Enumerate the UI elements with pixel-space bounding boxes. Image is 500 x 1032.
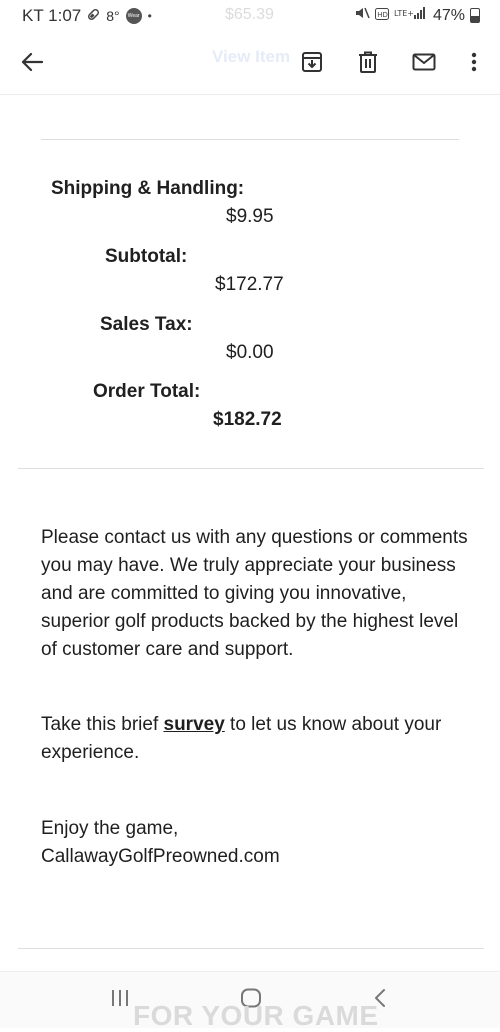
archive-icon[interactable] (296, 46, 328, 78)
pill-icon (87, 8, 100, 24)
mute-icon (354, 6, 370, 25)
shipping-label: Shipping & Handling: (51, 178, 245, 199)
order-total-label: Order Total: (93, 381, 201, 402)
ghost-footer-text: FOR YOUR GAME (133, 1000, 379, 1031)
divider-top (41, 139, 459, 140)
status-bar-left: KT 1:07 8° Wear • (22, 6, 152, 26)
survey-paragraph: Take this brief survey to let us know ab… (41, 711, 471, 767)
ghost-price-text: $65.39 (225, 6, 274, 23)
contact-paragraph: Please contact us with any questions or … (41, 527, 468, 660)
survey-prefix: Take this brief (41, 714, 164, 735)
survey-link[interactable]: survey (164, 714, 225, 735)
subtotal-value: $172.77 (215, 274, 284, 295)
wear-icon: Wear (125, 8, 142, 24)
hd-icon: HD (374, 7, 389, 25)
status-bar-right: HD LTE+ 47% (354, 6, 480, 25)
battery-icon (470, 8, 480, 23)
temperature: 8° (106, 8, 120, 24)
signature-text: CallawayGolfPreowned.com (41, 846, 280, 867)
notification-dot: • (147, 9, 152, 23)
closing-block: Enjoy the game, CallawayGolfPreowned.com (41, 815, 471, 871)
svg-text:HD: HD (377, 11, 388, 19)
recents-icon[interactable] (110, 988, 132, 1013)
closing-text: Enjoy the game, (41, 818, 179, 839)
more-options-icon[interactable] (458, 46, 490, 78)
divider-middle (18, 468, 484, 469)
trash-icon[interactable] (352, 46, 384, 78)
battery-percent: 47% (432, 6, 465, 24)
back-arrow-icon[interactable] (16, 46, 48, 78)
divider-bottom (18, 948, 484, 949)
sales-tax-label: Sales Tax: (100, 314, 193, 335)
status-bar: KT 1:07 8° Wear • $65.39 HD LTE+ 47% (0, 0, 500, 32)
sales-tax-value: $0.00 (226, 342, 274, 363)
app-bar: View Item (0, 32, 500, 95)
mail-icon[interactable] (408, 46, 440, 78)
subtotal-label: Subtotal: (105, 246, 188, 267)
lte-signal-icon: LTE+ (394, 6, 428, 25)
svg-text:LTE+: LTE+ (394, 9, 414, 18)
order-total-value: $182.72 (213, 409, 282, 430)
carrier-time: KT 1:07 (22, 6, 82, 25)
ghost-view-item-link: View Item (212, 47, 291, 66)
shipping-value: $9.95 (226, 206, 274, 227)
